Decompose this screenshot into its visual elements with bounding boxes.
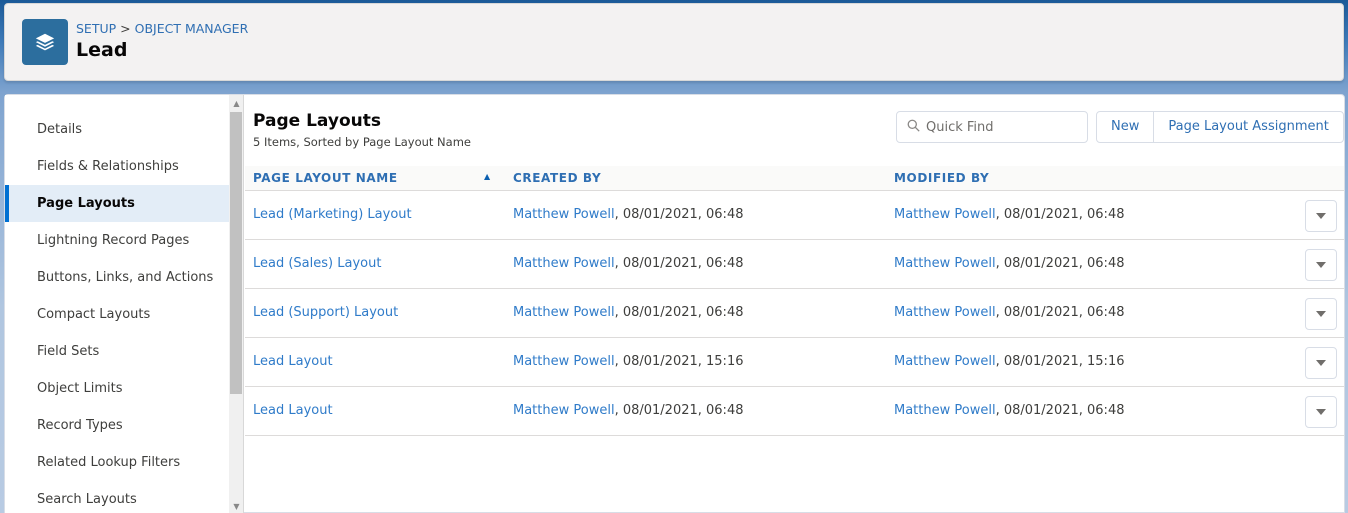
modified-by-user-link[interactable]: Matthew Powell: [894, 305, 996, 320]
row-action-menu-button[interactable]: [1305, 249, 1337, 281]
breadcrumb-setup[interactable]: SETUP: [76, 21, 116, 36]
sidebar-item-page-layouts[interactable]: Page Layouts: [5, 185, 229, 222]
created-by-user-link[interactable]: Matthew Powell: [513, 305, 615, 320]
page-layout-assignment-button[interactable]: Page Layout Assignment: [1153, 112, 1342, 142]
row-action-menu-button[interactable]: [1305, 200, 1337, 232]
created-at: , 08/01/2021, 06:48: [614, 207, 744, 222]
table-row: Lead (Sales) Layout Matthew Powell, 08/0…: [245, 240, 1344, 289]
scroll-up-arrow-icon[interactable]: ▲: [229, 95, 244, 111]
modified-by-user-link[interactable]: Matthew Powell: [894, 403, 996, 418]
section-subtitle: 5 Items, Sorted by Page Layout Name: [253, 135, 471, 149]
modified-by-user-link[interactable]: Matthew Powell: [894, 354, 996, 369]
modified-by-cell: Matthew Powell, 08/01/2021, 06:48: [894, 256, 1124, 271]
layers-icon: [22, 19, 68, 65]
new-button[interactable]: New: [1097, 112, 1153, 142]
chevron-down-icon: [1316, 311, 1326, 317]
sort-ascending-icon[interactable]: ▲: [484, 172, 491, 181]
layout-name-link[interactable]: Lead Layout: [253, 354, 333, 369]
column-header-page-layout-name[interactable]: PAGE LAYOUT NAME: [253, 171, 398, 185]
created-by-cell: Matthew Powell, 08/01/2021, 06:48: [513, 256, 743, 271]
column-header-created-by[interactable]: CREATED BY: [513, 171, 601, 185]
page-title: Lead: [76, 39, 128, 61]
search-icon: [907, 119, 920, 136]
table-header: PAGE LAYOUT NAME ▲ CREATED BY MODIFIED B…: [245, 166, 1344, 191]
layout-name-link[interactable]: Lead Layout: [253, 403, 333, 418]
chevron-down-icon: [1316, 409, 1326, 415]
modified-by-cell: Matthew Powell, 08/01/2021, 15:16: [894, 354, 1124, 369]
created-at: , 08/01/2021, 06:48: [614, 403, 744, 418]
scroll-down-arrow-icon[interactable]: ▼: [229, 498, 244, 513]
created-by-user-link[interactable]: Matthew Powell: [513, 354, 615, 369]
page-header: SETUP > OBJECT MANAGER Lead: [4, 3, 1344, 81]
sidebar-item-related-lookup-filters[interactable]: Related Lookup Filters: [5, 444, 229, 481]
quick-find-input[interactable]: [926, 119, 1076, 135]
action-button-group: New Page Layout Assignment: [1096, 111, 1344, 143]
chevron-down-icon: [1316, 262, 1326, 268]
content-area: Page Layouts 5 Items, Sorted by Page Lay…: [245, 95, 1344, 513]
sidebar-item-object-limits[interactable]: Object Limits: [5, 370, 229, 407]
breadcrumb-separator: >: [120, 21, 131, 36]
created-by-cell: Matthew Powell, 08/01/2021, 06:48: [513, 207, 743, 222]
layout-name-link[interactable]: Lead (Support) Layout: [253, 305, 398, 320]
sidebar-item-compact-layouts[interactable]: Compact Layouts: [5, 296, 229, 333]
created-by-user-link[interactable]: Matthew Powell: [513, 207, 615, 222]
sidebar-item-lightning-record-pages[interactable]: Lightning Record Pages: [5, 222, 229, 259]
row-action-menu-button[interactable]: [1305, 347, 1337, 379]
table-row: Lead Layout Matthew Powell, 08/01/2021, …: [245, 338, 1344, 387]
main-panel: Details Fields & Relationships Page Layo…: [4, 94, 1345, 513]
created-at: , 08/01/2021, 15:16: [614, 354, 744, 369]
sidebar-item-field-sets[interactable]: Field Sets: [5, 333, 229, 370]
scroll-thumb[interactable]: [230, 112, 242, 394]
sidebar-item-details[interactable]: Details: [5, 111, 229, 148]
section-title: Page Layouts: [253, 111, 381, 131]
modified-at: , 08/01/2021, 15:16: [995, 354, 1125, 369]
sidebar: Details Fields & Relationships Page Layo…: [5, 95, 229, 513]
table-row: Lead (Support) Layout Matthew Powell, 08…: [245, 289, 1344, 338]
sidebar-item-buttons-links-actions[interactable]: Buttons, Links, and Actions: [5, 259, 229, 296]
sidebar-item-fields-relationships[interactable]: Fields & Relationships: [5, 148, 229, 185]
table-row: Lead Layout Matthew Powell, 08/01/2021, …: [245, 387, 1344, 436]
table-row: Lead (Marketing) Layout Matthew Powell, …: [245, 191, 1344, 240]
breadcrumb: SETUP > OBJECT MANAGER: [76, 21, 248, 36]
chevron-down-icon: [1316, 213, 1326, 219]
breadcrumb-object-manager[interactable]: OBJECT MANAGER: [135, 21, 249, 36]
created-at: , 08/01/2021, 06:48: [614, 305, 744, 320]
modified-at: , 08/01/2021, 06:48: [995, 207, 1125, 222]
chevron-down-icon: [1316, 360, 1326, 366]
created-by-cell: Matthew Powell, 08/01/2021, 06:48: [513, 305, 743, 320]
row-action-menu-button[interactable]: [1305, 396, 1337, 428]
column-header-modified-by[interactable]: MODIFIED BY: [894, 171, 989, 185]
modified-by-user-link[interactable]: Matthew Powell: [894, 256, 996, 271]
modified-at: , 08/01/2021, 06:48: [995, 305, 1125, 320]
modified-by-cell: Matthew Powell, 08/01/2021, 06:48: [894, 207, 1124, 222]
modified-by-user-link[interactable]: Matthew Powell: [894, 207, 996, 222]
row-action-menu-button[interactable]: [1305, 298, 1337, 330]
sidebar-list: Details Fields & Relationships Page Layo…: [5, 95, 229, 513]
modified-by-cell: Matthew Powell, 08/01/2021, 06:48: [894, 403, 1124, 418]
created-by-user-link[interactable]: Matthew Powell: [513, 256, 615, 271]
created-at: , 08/01/2021, 06:48: [614, 256, 744, 271]
created-by-cell: Matthew Powell, 08/01/2021, 06:48: [513, 403, 743, 418]
created-by-user-link[interactable]: Matthew Powell: [513, 403, 615, 418]
quick-find-field[interactable]: [896, 111, 1088, 143]
modified-at: , 08/01/2021, 06:48: [995, 256, 1125, 271]
sidebar-item-record-types[interactable]: Record Types: [5, 407, 229, 444]
sidebar-scrollbar[interactable]: ▲ ▼: [229, 95, 244, 513]
created-by-cell: Matthew Powell, 08/01/2021, 15:16: [513, 354, 743, 369]
layout-name-link[interactable]: Lead (Marketing) Layout: [253, 207, 412, 222]
modified-by-cell: Matthew Powell, 08/01/2021, 06:48: [894, 305, 1124, 320]
modified-at: , 08/01/2021, 06:48: [995, 403, 1125, 418]
sidebar-item-search-layouts[interactable]: Search Layouts: [5, 481, 229, 513]
layout-name-link[interactable]: Lead (Sales) Layout: [253, 256, 381, 271]
page-layouts-table: PAGE LAYOUT NAME ▲ CREATED BY MODIFIED B…: [245, 166, 1344, 436]
